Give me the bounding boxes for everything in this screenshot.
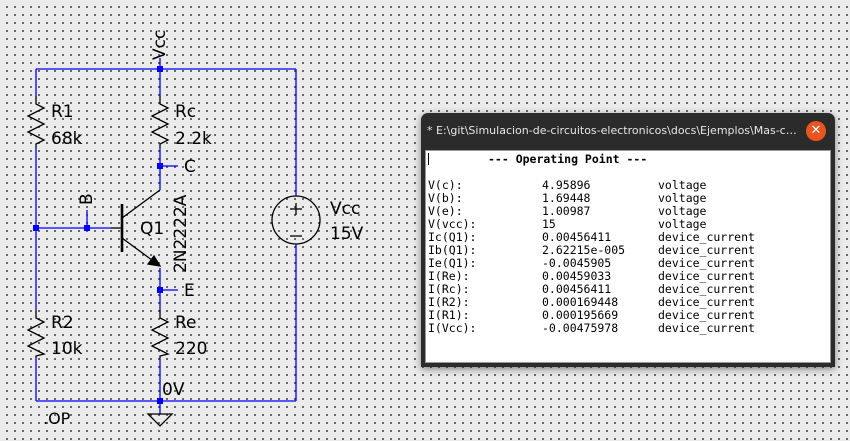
result-name: V(c): bbox=[428, 178, 463, 192]
window-titlebar[interactable]: * E:\git\Simulacion-de-circuitos-electro… bbox=[421, 113, 835, 150]
result-value: 0.00456411 bbox=[542, 230, 612, 244]
re-value-label: 220 bbox=[175, 339, 208, 359]
result-name: V(b): bbox=[428, 191, 463, 205]
resistor-re[interactable] bbox=[150, 310, 170, 358]
resistor-r2[interactable] bbox=[26, 310, 46, 358]
vsrc-value-label: 15V bbox=[330, 224, 364, 244]
result-name: V(e): bbox=[428, 204, 463, 218]
rc-value-label: 2.2k bbox=[175, 129, 212, 149]
result-type: device_current bbox=[658, 230, 755, 244]
result-name: I(Re): bbox=[428, 269, 470, 283]
result-type: device_current bbox=[658, 256, 755, 270]
window-title: * E:\git\Simulacion-de-circuitos-electro… bbox=[427, 124, 797, 137]
result-type: voltage bbox=[658, 204, 707, 218]
vsrc-name-label: Vcc bbox=[330, 199, 361, 219]
r1-name-label: R1 bbox=[51, 102, 74, 122]
result-name: I(R2): bbox=[428, 295, 470, 309]
result-type: voltage bbox=[658, 178, 707, 192]
result-value: 4.95896 bbox=[542, 178, 591, 192]
result-name: I(Vcc): bbox=[428, 321, 477, 335]
result-name: V(vcc): bbox=[428, 217, 477, 231]
ground-symbol bbox=[146, 413, 174, 427]
result-value: 0.000195669 bbox=[542, 308, 619, 322]
result-value: 0.00456411 bbox=[542, 282, 612, 296]
result-type: device_current bbox=[658, 308, 755, 322]
r1-value-label: 68k bbox=[51, 129, 83, 149]
e-node-label: E bbox=[184, 281, 195, 301]
output-text-area[interactable]: --- Operating Point --- V(c): 4.95896 volt… bbox=[425, 150, 831, 363]
b-node-label: B bbox=[77, 193, 97, 205]
gnd-node-label: 0V bbox=[162, 380, 185, 400]
c-node-label: C bbox=[184, 157, 196, 177]
result-type: device_current bbox=[658, 282, 755, 296]
resistor-rc[interactable] bbox=[150, 96, 170, 148]
result-type: device_current bbox=[658, 295, 755, 309]
r2-value-label: 10k bbox=[51, 339, 83, 359]
q1-name-label: Q1 bbox=[140, 219, 165, 239]
result-type: voltage bbox=[658, 191, 707, 205]
result-value: 1.69448 bbox=[542, 191, 591, 205]
operating-point-window[interactable]: * E:\git\Simulacion-de-circuitos-electro… bbox=[421, 113, 835, 367]
result-value: 0.000169448 bbox=[542, 295, 619, 309]
re-name-label: Re bbox=[175, 313, 197, 333]
result-name: Ib(Q1): bbox=[428, 243, 477, 257]
result-type: device_current bbox=[658, 321, 755, 335]
resistor-r1[interactable] bbox=[26, 96, 46, 148]
result-type: device_current bbox=[658, 269, 755, 283]
wires bbox=[35, 58, 297, 414]
op-directive[interactable]: .OP bbox=[43, 411, 70, 427]
vcc-net-label: Vcc bbox=[150, 29, 170, 60]
text-caret bbox=[428, 153, 429, 165]
result-value: -0.00475978 bbox=[542, 321, 619, 335]
result-name: I(Rc): bbox=[428, 282, 470, 296]
close-icon: ✕ bbox=[810, 123, 822, 138]
q1-model-label: 2N2222A bbox=[171, 194, 191, 273]
result-value: -0.0045905 bbox=[542, 256, 612, 270]
r2-name-label: R2 bbox=[51, 313, 74, 333]
operating-point-header: --- Operating Point --- bbox=[488, 152, 648, 166]
result-type: device_current bbox=[658, 243, 755, 257]
result-type: voltage bbox=[658, 217, 707, 231]
result-name: I(R1): bbox=[428, 308, 470, 322]
rc-name-label: Rc bbox=[175, 102, 197, 122]
result-value: 0.00459033 bbox=[542, 269, 612, 283]
result-name: Ie(Q1): bbox=[428, 256, 477, 270]
result-value: 1.00987 bbox=[542, 204, 591, 218]
result-value: 2.62215e-005 bbox=[542, 243, 626, 257]
close-button[interactable]: ✕ bbox=[806, 121, 826, 141]
voltage-source-vcc[interactable] bbox=[271, 195, 321, 245]
result-value: 15 bbox=[542, 217, 556, 231]
result-name: Ic(Q1): bbox=[428, 230, 477, 244]
